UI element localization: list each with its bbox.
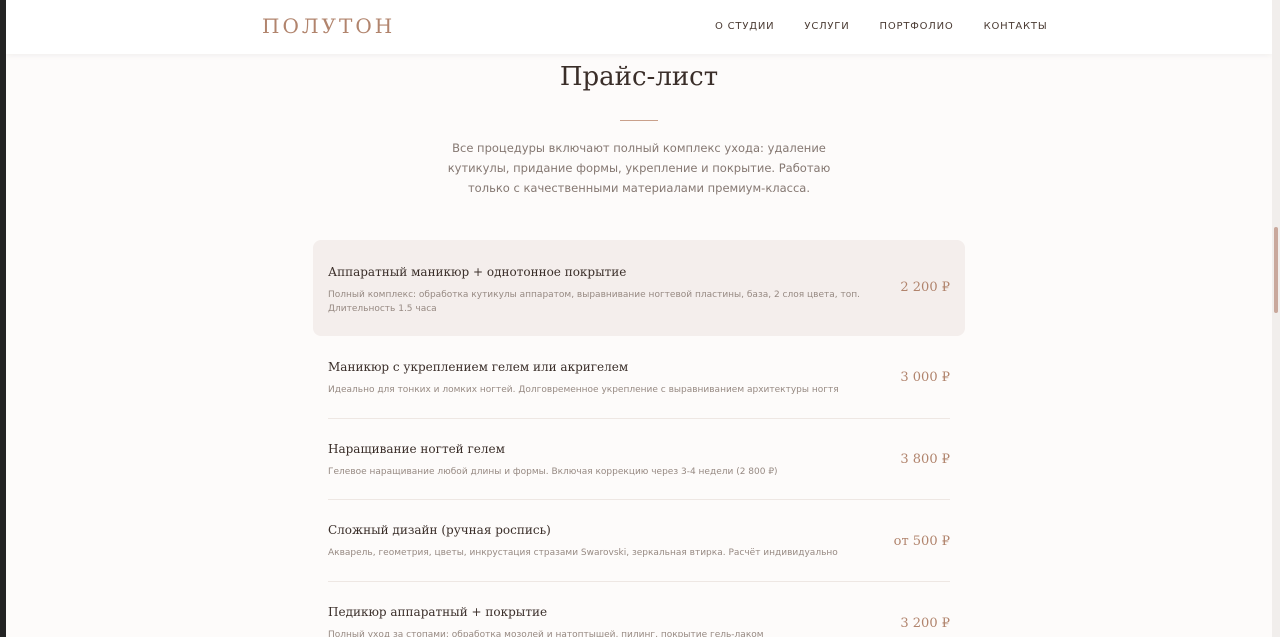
service-price: от 500 ₽ — [893, 534, 950, 549]
logo[interactable]: ПОЛУТОН — [262, 14, 395, 38]
site-header: ПОЛУТОН О СТУДИИ УСЛУГИ ПОРТФОЛИО КОНТАК… — [6, 0, 1272, 54]
price-row[interactable]: Педикюр аппаратный + покрытие Полный ухо… — [313, 582, 965, 637]
intro-text: Все процедуры включают полный комплекс у… — [447, 141, 831, 195]
page-title: Прайс-лист — [559, 62, 719, 92]
service-description: Полный комплекс: обработка кутикулы аппа… — [328, 290, 860, 314]
price-row[interactable]: Сложный дизайн (ручная роспись) Акварель… — [313, 500, 965, 582]
service-description: Идеально для тонких и ломких ногтей. Дол… — [328, 385, 839, 395]
price-row[interactable]: Наращивание ногтей гелем Гелевое наращив… — [313, 419, 965, 500]
service-name: Сложный дизайн (ручная роспись) — [328, 523, 551, 537]
main-nav: О СТУДИИ УСЛУГИ ПОРТФОЛИО КОНТАКТЫ — [715, 21, 1047, 32]
service-description: Полный уход за стопами: обработка мозоле… — [328, 630, 764, 637]
scrollbar-track[interactable] — [1272, 0, 1280, 637]
service-description: Гелевое наращивание любой длины и формы.… — [328, 467, 778, 477]
price-row[interactable]: Маникюр с укреплением гелем или акригеле… — [313, 336, 965, 419]
price-list: Аппаратный маникюр + однотонное покрытие… — [313, 240, 965, 637]
service-price: 3 200 ₽ — [900, 616, 950, 631]
service-price: 3 000 ₽ — [900, 370, 950, 385]
service-description: Акварель, геометрия, цветы, инкрустация … — [328, 548, 838, 558]
nav-item-contacts[interactable]: КОНТАКТЫ — [984, 21, 1048, 32]
service-name: Наращивание ногтей гелем — [328, 442, 505, 456]
service-name: Аппаратный маникюр + однотонное покрытие — [328, 265, 627, 279]
service-name: Маникюр с укреплением гелем или акригеле… — [328, 360, 629, 374]
nav-item-portfolio[interactable]: ПОРТФОЛИО — [880, 21, 954, 32]
service-price: 3 800 ₽ — [900, 452, 950, 467]
service-price: 2 200 ₽ — [900, 280, 950, 295]
service-name: Педикюр аппаратный + покрытие — [328, 605, 548, 619]
price-row[interactable]: Аппаратный маникюр + однотонное покрытие… — [313, 240, 965, 336]
nav-item-about[interactable]: О СТУДИИ — [715, 21, 774, 32]
title-divider — [620, 120, 658, 121]
nav-item-services[interactable]: УСЛУГИ — [804, 21, 849, 32]
page: ПОЛУТОН О СТУДИИ УСЛУГИ ПОРТФОЛИО КОНТАК… — [6, 0, 1272, 637]
scrollbar-thumb[interactable] — [1274, 227, 1278, 313]
